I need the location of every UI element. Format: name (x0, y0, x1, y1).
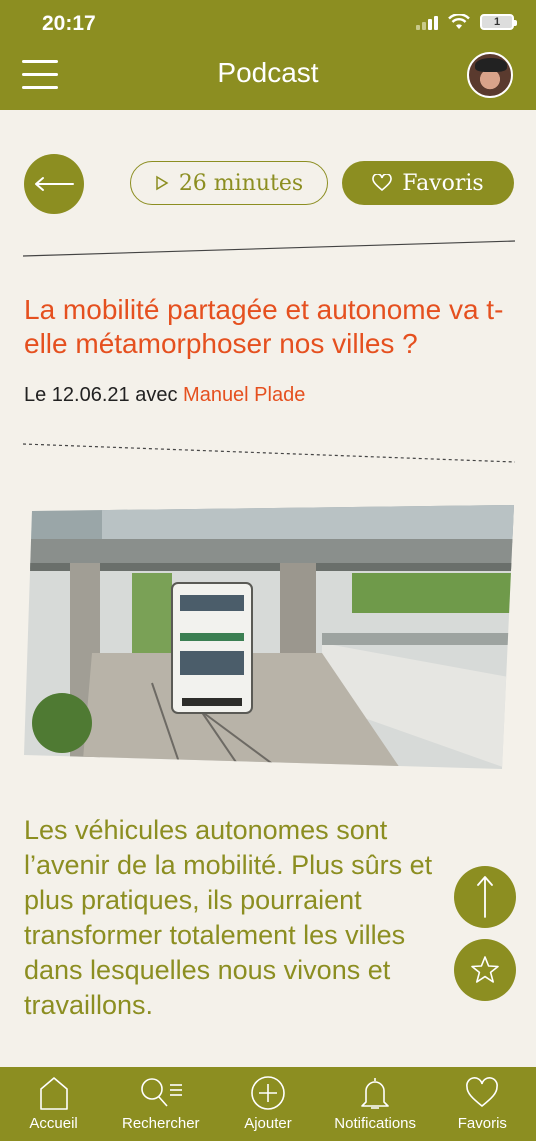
tab-ajouter[interactable]: Ajouter (218, 1075, 318, 1132)
app-header: 20:17 1 Podcast (0, 0, 536, 110)
signal-icon (416, 14, 438, 30)
tab-label: Ajouter (244, 1115, 292, 1132)
dashed-divider (23, 443, 515, 463)
back-button[interactable] (24, 154, 84, 214)
status-icons: 1 (416, 14, 517, 30)
article-title: La mobilité partagée et autonome va t-el… (24, 294, 504, 359)
tab-notifications[interactable]: Notifications (325, 1075, 425, 1132)
tab-label: Rechercher (122, 1115, 200, 1132)
article-byline: Le 12.06.21 avec Manuel Plade (24, 384, 305, 407)
divider (23, 240, 515, 257)
home-icon (39, 1077, 68, 1110)
article-date: Le 12.06.21 avec (24, 384, 178, 406)
tab-label: Accueil (29, 1115, 78, 1132)
duration-label: 26 minutes (178, 170, 304, 196)
tab-label: Notifications (334, 1115, 416, 1132)
article-image (24, 505, 514, 769)
tab-favoris[interactable]: Favoris (432, 1075, 532, 1132)
star-icon (471, 956, 499, 983)
search-icon (140, 1078, 182, 1107)
duration-button[interactable]: 26 minutes (130, 161, 328, 205)
star-button[interactable] (454, 939, 516, 1001)
author-link[interactable]: Manuel Plade (183, 384, 305, 406)
plus-circle-icon (251, 1076, 285, 1110)
arrow-left-icon (35, 177, 74, 191)
tab-rechercher[interactable]: Rechercher (111, 1075, 211, 1132)
article-body: Les véhicules autonomes sont l’avenir de… (24, 815, 433, 1020)
bell-icon (361, 1078, 389, 1109)
scroll-top-button[interactable] (454, 866, 516, 928)
heart-icon (372, 174, 393, 192)
favorite-button[interactable]: Favoris (342, 161, 514, 205)
battery-level: 1 (493, 16, 501, 28)
tab-label: Favoris (457, 1115, 507, 1132)
arrow-up-icon (477, 876, 493, 918)
avatar[interactable] (467, 52, 513, 98)
heart-icon (466, 1077, 499, 1108)
wifi-icon (448, 14, 470, 29)
battery-icon: 1 (480, 14, 517, 30)
page-title: Podcast (217, 57, 319, 88)
play-icon (156, 175, 169, 191)
tab-accueil[interactable]: Accueil (4, 1075, 104, 1132)
status-time: 20:17 (42, 12, 96, 35)
favorite-label: Favoris (402, 170, 484, 196)
bottom-tab-bar: Accueil Rechercher Ajouter Notifications… (0, 1067, 536, 1141)
